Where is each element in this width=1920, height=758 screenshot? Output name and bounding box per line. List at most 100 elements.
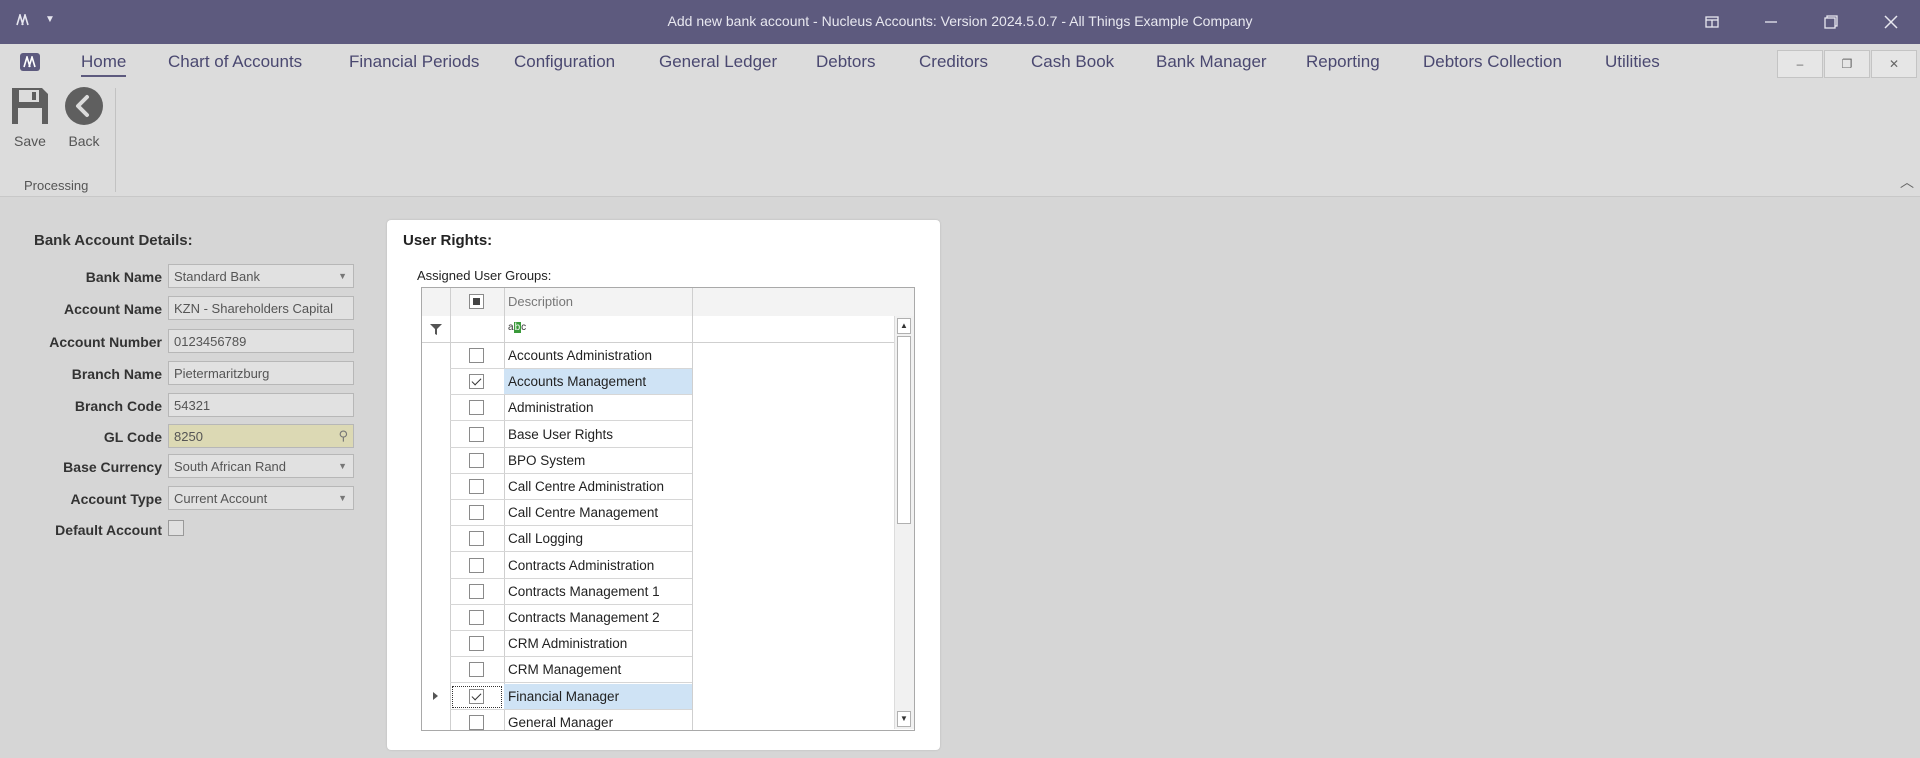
filter-icon[interactable]: [430, 324, 442, 335]
user-group-name: Call Centre Management: [508, 505, 659, 521]
table-row[interactable]: General Manager: [422, 710, 692, 730]
table-row[interactable]: Call Centre Administration: [422, 474, 692, 500]
minimize-window-icon[interactable]: [1759, 10, 1783, 34]
user-group-checkbox[interactable]: [469, 348, 484, 363]
grid-header: Description: [422, 288, 914, 317]
account-number-field[interactable]: 0123456789: [168, 329, 354, 353]
user-group-checkbox[interactable]: [469, 636, 484, 652]
tab-financial-periods[interactable]: Financial Periods: [349, 52, 479, 72]
scroll-down-icon[interactable]: ▼: [897, 711, 911, 727]
base-currency-row: Base Currency South African Rand ▼: [0, 454, 360, 480]
row-indicator-icon: [433, 691, 438, 700]
table-row[interactable]: Contracts Administration: [422, 553, 692, 579]
tab-cash-book[interactable]: Cash Book: [1031, 52, 1114, 72]
user-group-checkbox[interactable]: [469, 452, 484, 468]
app-menu-button[interactable]: [20, 53, 40, 71]
user-group-checkbox[interactable]: [469, 505, 484, 521]
search-icon[interactable]: ⚲: [338, 428, 348, 444]
user-group-checkbox[interactable]: [469, 557, 484, 573]
tab-chart-of-accounts[interactable]: Chart of Accounts: [168, 52, 302, 72]
table-row[interactable]: Contracts Management 2: [422, 605, 692, 631]
user-rights-title: User Rights:: [403, 232, 493, 249]
table-row[interactable]: BPO System: [422, 448, 692, 474]
user-group-checkbox[interactable]: [469, 531, 484, 547]
grid-vertical-scrollbar[interactable]: ▲ ▼: [894, 316, 914, 729]
user-group-checkbox[interactable]: [469, 400, 484, 416]
user-group-name: CRM Administration: [508, 636, 628, 652]
back-icon: [65, 87, 103, 125]
table-row[interactable]: Financial Manager: [422, 683, 692, 710]
user-group-name: Call Centre Administration: [508, 479, 665, 494]
mdi-restore-button[interactable]: ❐: [1824, 50, 1870, 78]
user-group-name: Financial Manager: [508, 688, 620, 704]
gl-code-value: 8250: [174, 429, 203, 444]
user-group-name: BPO System: [508, 452, 586, 468]
tab-general-ledger[interactable]: General Ledger: [659, 52, 777, 72]
abc-filter-icon[interactable]: abc: [508, 322, 526, 333]
branch-name-field[interactable]: Pietermaritzburg: [168, 361, 354, 385]
default-account-label: Default Account: [55, 522, 162, 538]
base-currency-dropdown[interactable]: South African Rand ▼: [168, 454, 354, 478]
table-row[interactable]: Contracts Management 1: [422, 579, 692, 605]
account-name-label: Account Name: [63, 301, 162, 317]
table-row[interactable]: Accounts Management: [422, 369, 692, 396]
account-type-dropdown[interactable]: Current Account ▼: [168, 486, 354, 510]
tab-configuration[interactable]: Configuration: [514, 52, 615, 72]
user-group-checkbox[interactable]: [469, 583, 484, 599]
chevron-down-icon: ▼: [338, 493, 347, 503]
scrollbar-thumb[interactable]: [897, 336, 911, 524]
user-group-name: Call Logging: [508, 531, 584, 547]
user-group-name: Contracts Administration: [508, 557, 655, 573]
tab-home[interactable]: Home: [81, 52, 127, 77]
tab-reporting[interactable]: Reporting: [1306, 52, 1380, 72]
user-group-checkbox[interactable]: [469, 688, 484, 704]
layout-icon[interactable]: [1700, 10, 1724, 34]
table-row[interactable]: CRM Administration: [422, 631, 692, 658]
tab-debtors-collection[interactable]: Debtors Collection: [1423, 52, 1562, 72]
table-row[interactable]: Call Centre Management: [422, 500, 692, 527]
user-group-checkbox[interactable]: [469, 662, 484, 678]
close-window-icon[interactable]: [1879, 10, 1903, 34]
user-group-checkbox[interactable]: [469, 374, 484, 390]
user-group-name: Contracts Management 2: [508, 610, 660, 625]
tab-bank-manager[interactable]: Bank Manager: [1156, 52, 1267, 72]
scroll-up-icon[interactable]: ▲: [897, 318, 911, 334]
mdi-minimize-button[interactable]: –: [1777, 50, 1823, 78]
default-account-checkbox[interactable]: [168, 520, 184, 536]
user-groups-grid: Description abc Accounts Administration A…: [421, 287, 915, 731]
table-row[interactable]: Base User Rights: [422, 422, 692, 448]
restore-window-icon[interactable]: [1819, 10, 1843, 34]
account-name-field[interactable]: KZN - Shareholders Capital: [168, 296, 354, 320]
account-name-row: Account Name KZN - Shareholders Capital: [0, 296, 360, 322]
back-button[interactable]: Back: [62, 86, 106, 149]
collapse-ribbon-icon[interactable]: ︿: [1900, 172, 1914, 192]
tab-creditors[interactable]: Creditors: [919, 52, 988, 72]
branch-code-field[interactable]: 54321: [168, 393, 354, 417]
menu-bar: Home Chart of Accounts Financial Periods…: [0, 44, 1920, 82]
description-column-header[interactable]: Description: [508, 294, 573, 309]
user-group-checkbox[interactable]: [469, 426, 484, 442]
user-group-name: Accounts Administration: [508, 348, 653, 363]
table-row[interactable]: Administration: [422, 395, 692, 422]
window-title: Add new bank account - Nucleus Accounts:…: [667, 13, 1253, 29]
mdi-close-button[interactable]: ✕: [1871, 50, 1917, 78]
tab-utilities[interactable]: Utilities: [1605, 52, 1660, 72]
table-row[interactable]: Accounts Administration: [422, 343, 692, 369]
table-row[interactable]: Call Logging: [422, 526, 692, 553]
tab-debtors[interactable]: Debtors: [816, 52, 876, 72]
select-all-checkbox[interactable]: [469, 294, 484, 309]
grid-column-divider: [692, 288, 693, 316]
user-group-checkbox[interactable]: [469, 479, 484, 494]
bank-name-dropdown[interactable]: Standard Bank ▼: [168, 264, 354, 288]
ribbon-separator: [115, 88, 116, 192]
table-row[interactable]: CRM Management: [422, 657, 692, 684]
user-group-checkbox[interactable]: [469, 610, 484, 625]
title-bar: ▼ Add new bank account - Nucleus Account…: [0, 0, 1920, 44]
gl-code-field[interactable]: 8250 ⚲: [168, 424, 354, 448]
bank-name-value: Standard Bank: [174, 269, 261, 284]
branch-name-row: Branch Name Pietermaritzburg: [0, 361, 360, 387]
user-rights-panel: User Rights: Assigned User Groups: Descr…: [387, 220, 940, 750]
user-group-checkbox[interactable]: [469, 714, 484, 730]
branch-code-label: Branch Code: [74, 398, 162, 414]
save-button[interactable]: Save: [8, 86, 52, 149]
